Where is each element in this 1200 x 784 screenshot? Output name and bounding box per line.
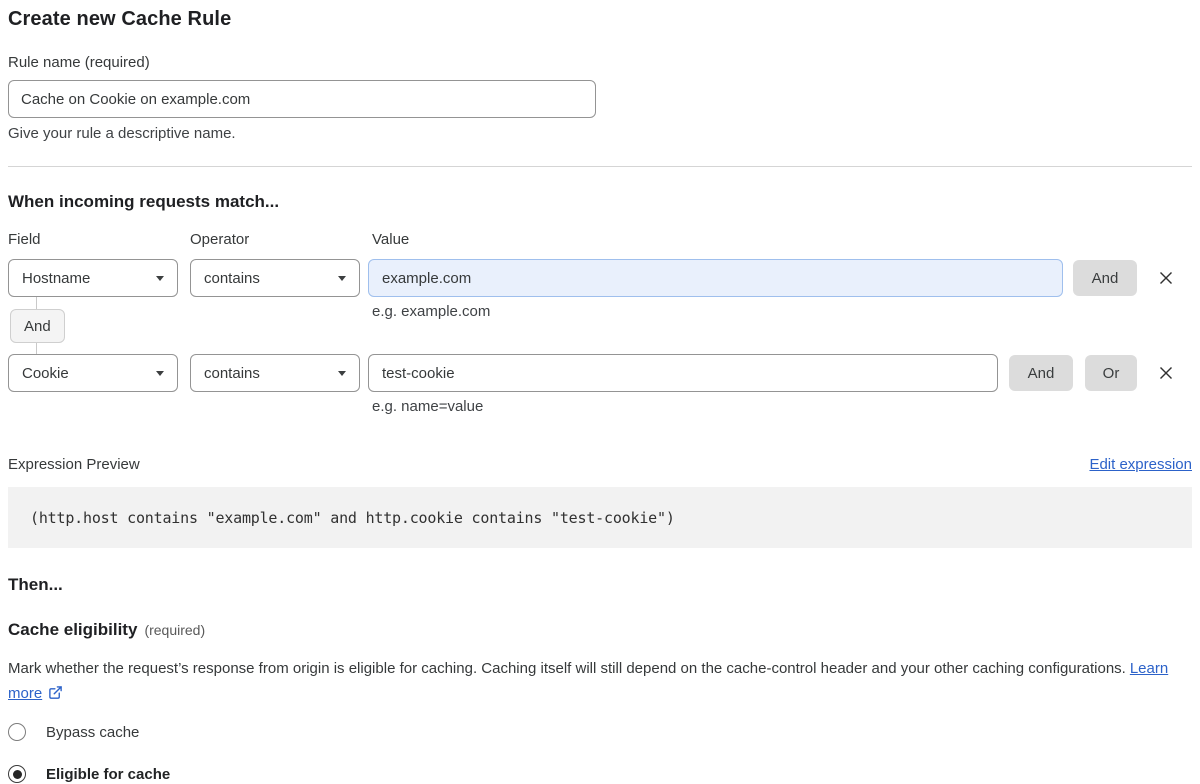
remove-row2-button[interactable] bbox=[1155, 362, 1177, 384]
required-note: (required) bbox=[144, 622, 205, 638]
radio-unselected-icon[interactable] bbox=[8, 723, 26, 741]
value-hint-row2: e.g. name=value bbox=[372, 398, 1192, 415]
value-input-row2[interactable] bbox=[368, 354, 998, 392]
match-column-labels: Field Operator Value bbox=[8, 231, 1192, 249]
match-heading: When incoming requests match... bbox=[8, 191, 1192, 213]
rule-name-label: Rule name (required) bbox=[8, 54, 1192, 72]
rule-name-section: Rule name (required) Give your rule a de… bbox=[8, 54, 1192, 142]
value-input-row1[interactable] bbox=[368, 259, 1063, 297]
cache-eligibility-description: Mark whether the request’s response from… bbox=[8, 656, 1173, 706]
edit-expression-link[interactable]: Edit expression bbox=[1089, 455, 1192, 474]
connector-and-badge[interactable]: And bbox=[10, 309, 65, 343]
radio-label-bypass: Bypass cache bbox=[46, 724, 139, 741]
operator-column-label: Operator bbox=[190, 231, 372, 249]
rule-name-input[interactable] bbox=[8, 80, 596, 118]
remove-row1-button[interactable] bbox=[1155, 267, 1177, 289]
chevron-down-icon bbox=[156, 371, 164, 376]
match-row-2: Cookie contains And Or bbox=[8, 354, 1192, 392]
radio-label-eligible: Eligible for cache bbox=[46, 766, 170, 783]
operator-select-row2[interactable]: contains bbox=[190, 354, 360, 392]
expression-preview-header: Expression Preview Edit expression bbox=[8, 455, 1192, 474]
close-icon bbox=[1156, 268, 1176, 288]
expression-code-block: (http.host contains "example.com" and ht… bbox=[8, 487, 1192, 548]
row-connector-area: And e.g. example.com bbox=[8, 297, 1192, 354]
operator-select-row1-value: contains bbox=[204, 270, 260, 287]
section-divider bbox=[8, 166, 1192, 167]
cache-eligibility-heading: Cache eligibility bbox=[8, 619, 137, 641]
field-select-row1-value: Hostname bbox=[22, 270, 90, 287]
and-button-row2[interactable]: And bbox=[1009, 355, 1073, 391]
page-title: Create new Cache Rule bbox=[8, 6, 1192, 32]
radio-option-bypass-cache[interactable]: Bypass cache bbox=[8, 723, 1192, 741]
external-link-icon bbox=[48, 685, 63, 700]
close-icon bbox=[1156, 363, 1176, 383]
create-cache-rule-page: Create new Cache Rule Rule name (require… bbox=[0, 0, 1200, 783]
then-heading: Then... bbox=[8, 574, 1192, 596]
expression-preview-label: Expression Preview bbox=[8, 455, 140, 474]
operator-select-row1[interactable]: contains bbox=[190, 259, 360, 297]
radio-option-eligible-for-cache[interactable]: Eligible for cache bbox=[8, 765, 1192, 783]
chevron-down-icon bbox=[338, 371, 346, 376]
field-select-row2[interactable]: Cookie bbox=[8, 354, 178, 392]
value-column-label: Value bbox=[372, 231, 1192, 249]
chevron-down-icon bbox=[338, 276, 346, 281]
chevron-down-icon bbox=[156, 276, 164, 281]
field-select-row1[interactable]: Hostname bbox=[8, 259, 178, 297]
and-button-row1[interactable]: And bbox=[1073, 260, 1137, 296]
radio-selected-icon[interactable] bbox=[8, 765, 26, 783]
field-select-row2-value: Cookie bbox=[22, 365, 69, 382]
operator-select-row2-value: contains bbox=[204, 365, 260, 382]
cache-eligibility-options: Bypass cache Eligible for cache bbox=[8, 723, 1192, 783]
description-text: Mark whether the request’s response from… bbox=[8, 660, 1126, 677]
field-column-label: Field bbox=[8, 231, 190, 249]
value-hint-row1: e.g. example.com bbox=[372, 303, 490, 320]
or-button-row2[interactable]: Or bbox=[1085, 355, 1137, 391]
rule-name-helper: Give your rule a descriptive name. bbox=[8, 125, 1192, 142]
cache-eligibility-heading-row: Cache eligibility (required) bbox=[8, 619, 1192, 641]
match-section: When incoming requests match... Field Op… bbox=[8, 191, 1192, 415]
match-row-1: Hostname contains And bbox=[8, 259, 1192, 297]
